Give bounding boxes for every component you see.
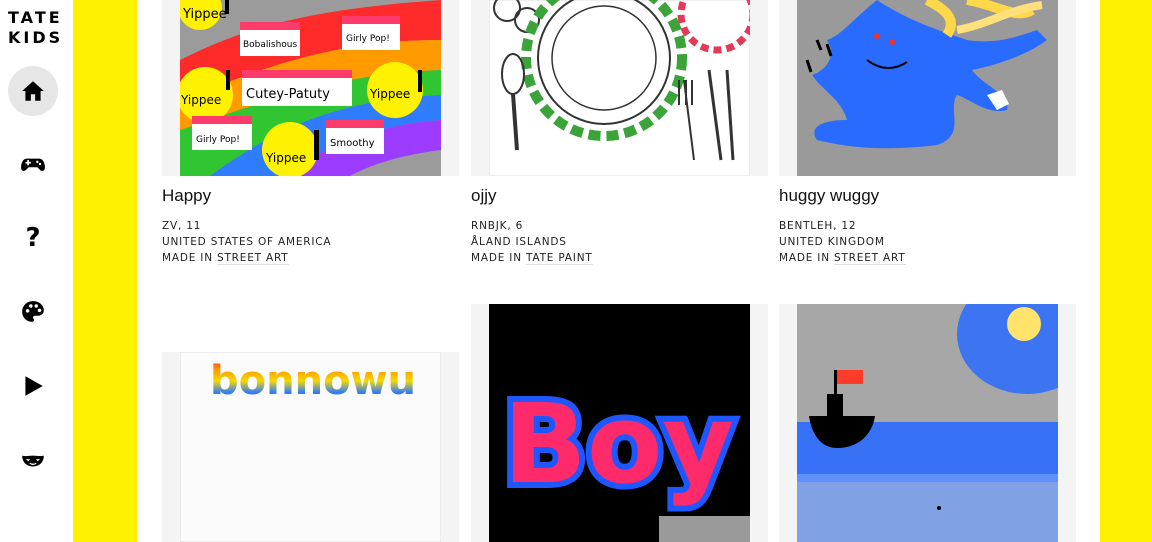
home-icon <box>22 81 44 101</box>
nav-item-home[interactable] <box>8 66 58 116</box>
artwork-thumbnail[interactable]: Yippee Bobalishous Girly Pop! Cutey-Patu… <box>162 0 459 176</box>
art-label: Yippee <box>369 87 410 101</box>
nav-item-watch[interactable] <box>8 361 58 411</box>
artwork-thumbnail[interactable] <box>779 304 1076 542</box>
artwork-author: ZV, 11 <box>162 220 202 232</box>
artwork-thumbnail[interactable]: Boy <box>471 304 768 542</box>
logo-line-1: TATE <box>8 8 63 27</box>
artwork-image: bonnowu <box>180 352 441 542</box>
made-in-tool-link[interactable]: TATE PAINT <box>526 252 593 265</box>
artwork-thumbnail[interactable] <box>471 0 768 176</box>
frame-right <box>1100 0 1152 542</box>
artwork-title[interactable]: Happy <box>162 186 211 206</box>
artwork-image: Boy <box>489 304 750 542</box>
artwork-made-in: MADE IN STREET ART <box>162 250 331 266</box>
artwork-image <box>797 304 1058 542</box>
nav-item-make[interactable] <box>8 287 58 337</box>
tate-kids-logo[interactable]: TATE KIDS <box>8 8 60 48</box>
made-in-label: MADE IN <box>162 252 213 264</box>
artwork-made-in: MADE IN STREET ART <box>779 250 906 266</box>
made-in-tool-link[interactable]: STREET ART <box>834 252 906 265</box>
frame-left <box>73 0 137 542</box>
palette-icon <box>22 301 44 322</box>
art-label: Yippee <box>180 93 221 107</box>
artwork-author: BENTLEH, 12 <box>779 220 857 232</box>
made-in-tool-link[interactable]: STREET ART <box>217 252 289 265</box>
artwork-country: ÅLAND ISLANDS <box>471 236 567 248</box>
nav-item-quizzes[interactable]: ? <box>8 213 58 263</box>
artwork-meta: BENTLEH, 12 UNITED KINGDOM MADE IN STREE… <box>779 218 906 266</box>
side-nav: TATE KIDS ? <box>0 0 73 542</box>
art-word: Boy <box>503 380 734 508</box>
art-label: Girly Pop! <box>346 34 390 44</box>
artwork-image <box>489 0 750 176</box>
artwork-image: Yippee Bobalishous Girly Pop! Cutey-Patu… <box>180 0 441 176</box>
logo-line-2: KIDS <box>8 28 64 47</box>
artwork-thumbnail[interactable] <box>779 0 1076 176</box>
mask-icon <box>22 455 44 467</box>
artwork-thumbnail[interactable]: bonnowu <box>162 352 459 542</box>
art-label: Yippee <box>265 151 306 165</box>
artwork-country: UNITED STATES OF AMERICA <box>162 236 332 248</box>
artwork-country: UNITED KINGDOM <box>779 236 885 248</box>
play-icon <box>25 376 43 396</box>
artwork-meta: RNBJK, 6 ÅLAND ISLANDS MADE IN TATE PAIN… <box>471 218 593 266</box>
artwork-made-in: MADE IN TATE PAINT <box>471 250 593 266</box>
artwork-meta: ZV, 11 UNITED STATES OF AMERICA MADE IN … <box>162 218 331 266</box>
art-label: Yippee <box>182 7 227 22</box>
art-word: bonnowu <box>210 358 416 404</box>
gamepad-icon <box>21 158 45 171</box>
artwork-image <box>797 0 1058 176</box>
artwork-title[interactable]: huggy wuggy <box>779 186 879 206</box>
made-in-label: MADE IN <box>471 252 522 264</box>
artwork-title[interactable]: ojjy <box>471 186 497 206</box>
question-icon: ? <box>25 223 41 253</box>
art-label: Bobalishous <box>243 40 298 50</box>
artwork-author: RNBJK, 6 <box>471 220 524 232</box>
nav-item-games[interactable] <box>8 139 58 189</box>
art-label: Girly Pop! <box>196 135 240 145</box>
art-label: Smoothy <box>330 138 375 149</box>
art-label: Cutey-Patuty <box>246 87 330 102</box>
nav-item-explore[interactable] <box>8 435 58 485</box>
made-in-label: MADE IN <box>779 252 830 264</box>
